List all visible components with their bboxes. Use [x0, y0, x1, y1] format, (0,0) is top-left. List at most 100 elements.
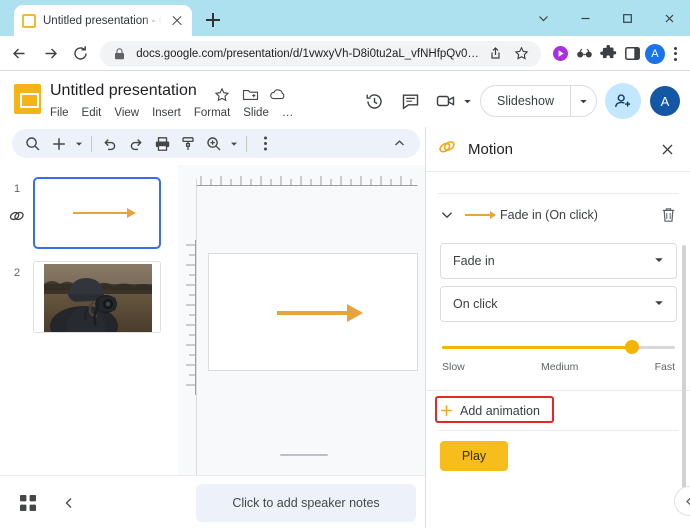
motion-panel-header: Motion: [426, 127, 690, 172]
profile-avatar[interactable]: A: [644, 43, 665, 64]
glasses-icon[interactable]: [573, 41, 597, 67]
account-avatar[interactable]: A: [650, 86, 680, 116]
slide-thumbnail[interactable]: [33, 261, 161, 333]
close-icon[interactable]: [169, 13, 184, 28]
browser-toolbar: docs.google.com/presentation/d/1vwxyVh-D…: [0, 36, 690, 71]
comment-icon[interactable]: [394, 85, 426, 117]
star-icon[interactable]: [212, 85, 232, 105]
animation-list-item[interactable]: Fade in (On click): [426, 194, 690, 236]
notes-resize-handle[interactable]: [280, 454, 328, 456]
grid-view-icon[interactable]: [18, 493, 38, 513]
menu-file[interactable]: File: [50, 107, 69, 119]
add-animation-button[interactable]: Add animation: [440, 404, 540, 418]
star-icon[interactable]: [513, 45, 531, 63]
paint-format-icon[interactable]: [175, 131, 201, 157]
menu-bar: File Edit View Insert Format Slide …: [50, 107, 293, 119]
lock-icon: [110, 45, 128, 63]
slideshow-label[interactable]: Slideshow: [481, 86, 570, 116]
close-icon[interactable]: [654, 136, 680, 162]
play-circle-icon[interactable]: [549, 41, 573, 67]
zoom-dropdown-icon[interactable]: [227, 131, 241, 157]
more-options-icon[interactable]: [252, 131, 278, 157]
plus-icon[interactable]: [200, 7, 226, 33]
kebab-icon[interactable]: [665, 41, 686, 67]
google-slides-logo[interactable]: [14, 84, 41, 114]
close-icon[interactable]: [648, 0, 690, 36]
address-bar[interactable]: docs.google.com/presentation/d/1vwxyVh-D…: [100, 40, 541, 67]
slider-label-medium: Medium: [540, 361, 579, 373]
menu-format[interactable]: Format: [194, 107, 230, 119]
slide-filmstrip: 1 2: [0, 165, 178, 475]
share-icon[interactable]: [487, 45, 505, 63]
zoom-icon[interactable]: [201, 131, 227, 157]
horizontal-ruler[interactable]: [196, 173, 418, 186]
motion-panel-body: Fade in (On click) Fade in On click Slow…: [426, 173, 690, 528]
speed-slider[interactable]: [442, 340, 675, 354]
window-controls: [522, 0, 690, 36]
slide-number: 1: [14, 183, 21, 195]
filmstrip-slide-2[interactable]: 2: [0, 261, 178, 333]
new-slide-dropdown-icon[interactable]: [72, 131, 86, 157]
meet-camera-button[interactable]: [430, 85, 472, 117]
add-animation-row: Add animation: [426, 391, 690, 430]
vertical-ruler[interactable]: [184, 240, 196, 395]
meet-camera-icon[interactable]: [430, 85, 462, 117]
chevron-down-icon[interactable]: [654, 254, 664, 268]
chevron-up-icon[interactable]: [386, 131, 412, 157]
maximize-icon[interactable]: [606, 0, 648, 36]
search-icon[interactable]: [20, 131, 46, 157]
undo-icon[interactable]: [97, 131, 123, 157]
trash-icon[interactable]: [657, 204, 679, 226]
minimize-icon[interactable]: [564, 0, 606, 36]
toolbar-divider: [246, 135, 247, 152]
chevron-left-icon[interactable]: [58, 492, 80, 514]
cloud-saved-icon[interactable]: [268, 85, 288, 105]
move-to-folder-icon[interactable]: [240, 85, 260, 105]
menu-edit[interactable]: Edit: [82, 107, 102, 119]
chevron-down-icon[interactable]: [522, 0, 564, 36]
slide-thumbnail[interactable]: [33, 177, 161, 249]
chevron-down-icon[interactable]: [654, 297, 664, 311]
reload-icon[interactable]: [66, 38, 97, 70]
slider-knob[interactable]: [624, 340, 639, 354]
menu-slide[interactable]: Slide: [243, 107, 269, 119]
trigger-select[interactable]: On click: [440, 286, 677, 322]
filmstrip-slide-1[interactable]: 1: [0, 177, 178, 249]
motion-panel: Motion Fade in (On click) Fade in On cli…: [425, 127, 690, 528]
effect-select[interactable]: Fade in: [440, 243, 677, 279]
orange-arrow-shape: [73, 208, 136, 218]
panel-scrollbar[interactable]: [682, 245, 686, 497]
slideshow-button[interactable]: Slideshow: [480, 85, 597, 117]
puzzle-icon[interactable]: [597, 41, 621, 67]
url-text: docs.google.com/presentation/d/1vwxyVh-D…: [136, 47, 479, 60]
orange-arrow-shape[interactable]: [277, 304, 363, 322]
play-button[interactable]: Play: [440, 441, 508, 471]
arrow-right-icon[interactable]: [35, 38, 66, 70]
chevron-down-icon[interactable]: [570, 86, 596, 116]
toolbar-divider: [91, 135, 92, 152]
speaker-notes-input[interactable]: Click to add speaker notes: [196, 484, 416, 522]
browser-tab[interactable]: Untitled presentation - Google S: [14, 5, 192, 36]
effect-select-value: Fade in: [453, 254, 495, 268]
new-slide-icon[interactable]: [46, 131, 72, 157]
play-row: Play: [426, 431, 690, 481]
redo-icon[interactable]: [123, 131, 149, 157]
print-icon[interactable]: [149, 131, 175, 157]
tab-title: Untitled presentation - Google S: [43, 14, 162, 27]
menu-insert[interactable]: Insert: [152, 107, 181, 119]
menu-more[interactable]: …: [282, 107, 294, 119]
canvas-edge: [196, 179, 197, 475]
arrow-left-icon[interactable]: [4, 38, 35, 70]
chevron-down-icon: [464, 99, 471, 103]
panel-icon[interactable]: [621, 41, 645, 67]
slides-header: Untitled presentation File Edit View Ins…: [0, 71, 690, 127]
menu-view[interactable]: View: [114, 107, 139, 119]
slide-editing-surface[interactable]: [208, 253, 418, 371]
version-history-icon[interactable]: [358, 85, 390, 117]
transition-icon[interactable]: [8, 207, 26, 225]
chevron-down-icon[interactable]: [438, 206, 456, 224]
speaker-notes-bar: Click to add speaker notes: [0, 475, 425, 528]
share-button[interactable]: [605, 83, 641, 119]
slide-canvas-area: [178, 165, 425, 475]
document-title[interactable]: Untitled presentation: [50, 82, 197, 100]
